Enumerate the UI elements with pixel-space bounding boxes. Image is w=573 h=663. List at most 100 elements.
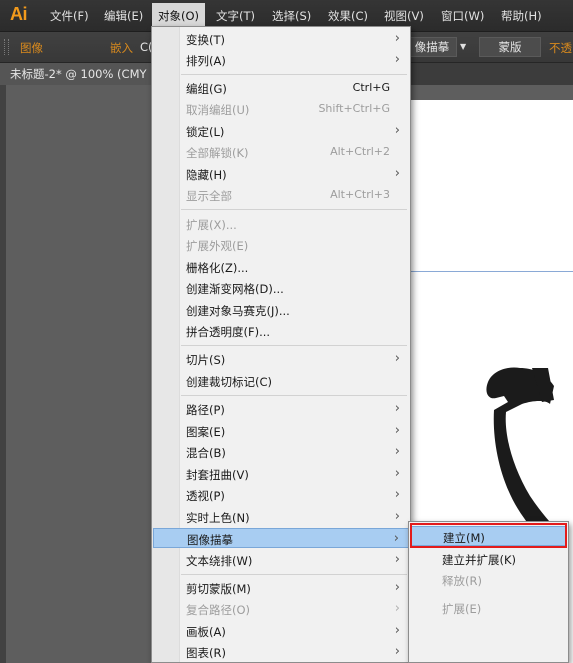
menu-effect[interactable]: 效果(C) xyxy=(328,8,368,24)
menu-item-label: 图表(R) xyxy=(186,646,226,660)
menu-item-clipping-mask[interactable]: 剪切蒙版(M) › xyxy=(153,578,409,598)
menu-separator xyxy=(181,574,407,575)
menu-item-pattern[interactable]: 图案(E) › xyxy=(153,421,409,441)
submenu-arrow-icon: › xyxy=(394,644,400,659)
document-tab[interactable]: 未标题-2* @ 100% (CMY xyxy=(0,63,158,85)
menu-edit[interactable]: 编辑(E) xyxy=(104,8,143,24)
document-tab-title: 未标题-2* @ 100% (CMY xyxy=(10,67,147,81)
object-menu-dropdown: 变换(T) › 排列(A) › 编组(G) Ctrl+G 取消编组(U) Shi… xyxy=(151,26,411,663)
panel-grip-icon[interactable] xyxy=(4,39,9,55)
menu-item-create-object-mosaic[interactable]: 创建对象马赛克(J)... xyxy=(153,300,409,320)
menu-type[interactable]: 文字(T) xyxy=(216,8,255,24)
opacity-label[interactable]: 不透 xyxy=(549,40,572,56)
menu-item-label: 栅格化(Z)... xyxy=(186,261,249,275)
menu-item-path[interactable]: 路径(P) › xyxy=(153,399,409,419)
trace-dropdown-arrow-icon[interactable]: ▼ xyxy=(460,42,466,51)
menu-item-label: 隐藏(H) xyxy=(186,168,227,182)
menu-item-expand-appearance[interactable]: 扩展外观(E) xyxy=(153,235,409,255)
menu-item-create-trim-marks[interactable]: 创建裁切标记(C) xyxy=(153,371,409,391)
image-label[interactable]: 图像 xyxy=(20,40,43,56)
menu-item-label: 变换(T) xyxy=(186,33,225,47)
menu-item-label: 透视(P) xyxy=(186,489,225,503)
menu-item-label: 全部解锁(K) xyxy=(186,146,249,160)
menu-item-label: 排列(A) xyxy=(186,54,226,68)
menu-item-image-trace[interactable]: 图像描摹 › xyxy=(153,528,409,548)
submenu-item-expand[interactable]: 扩展(E) xyxy=(411,598,566,618)
menu-item-label: 创建对象马赛克(J)... xyxy=(186,304,290,318)
menu-item-flatten-transparency[interactable]: 拼合透明度(F)... xyxy=(153,321,409,341)
submenu-arrow-icon: › xyxy=(394,623,400,638)
menu-item-compound-path[interactable]: 复合路径(O) › xyxy=(153,599,409,619)
submenu-arrow-icon: › xyxy=(394,31,400,46)
tools-panel-edge xyxy=(0,85,6,663)
menu-item-group[interactable]: 编组(G) Ctrl+G xyxy=(153,78,409,98)
menu-item-unlock-all[interactable]: 全部解锁(K) Alt+Ctrl+2 xyxy=(153,142,409,162)
menu-item-graph[interactable]: 图表(R) › xyxy=(153,642,409,662)
menu-item-label: 扩展外观(E) xyxy=(186,239,249,253)
menu-item-label: 复合路径(O) xyxy=(186,603,251,617)
menu-item-label: 图案(E) xyxy=(186,425,226,439)
menu-item-label: 实时上色(N) xyxy=(186,511,250,525)
submenu-item-label: 扩展(E) xyxy=(442,602,482,616)
menu-item-label: 扩展(X)... xyxy=(186,218,237,232)
menu-help[interactable]: 帮助(H) xyxy=(501,8,542,24)
menu-separator xyxy=(181,395,407,396)
menu-item-label: 图像描摹 xyxy=(187,533,233,547)
menu-item-hide[interactable]: 隐藏(H) › xyxy=(153,164,409,184)
menu-item-label: 混合(B) xyxy=(186,446,226,460)
submenu-arrow-icon: › xyxy=(394,166,400,181)
submenu-arrow-icon: › xyxy=(394,552,400,567)
menu-item-live-paint[interactable]: 实时上色(N) › xyxy=(153,507,409,527)
submenu-item-release[interactable]: 释放(R) xyxy=(411,570,566,590)
menu-item-label: 画板(A) xyxy=(186,625,226,639)
submenu-arrow-icon: › xyxy=(394,401,400,416)
submenu-item-label: 释放(R) xyxy=(442,574,482,588)
menu-item-label: 切片(S) xyxy=(186,353,226,367)
embed-label[interactable]: 嵌入 xyxy=(110,40,133,56)
image-trace-button[interactable]: 像描摹 xyxy=(408,37,457,57)
menu-item-label: 剪切蒙版(M) xyxy=(186,582,251,596)
menu-item-label: 拼合透明度(F)... xyxy=(186,325,271,339)
menu-item-expand[interactable]: 扩展(X)... xyxy=(153,214,409,234)
menu-item-arrange[interactable]: 排列(A) › xyxy=(153,50,409,70)
submenu-arrow-icon: › xyxy=(394,444,400,459)
menu-item-envelope-distort[interactable]: 封套扭曲(V) › xyxy=(153,464,409,484)
mask-button[interactable]: 蒙版 xyxy=(479,37,541,57)
submenu-item-make-and-expand[interactable]: 建立并扩展(K) xyxy=(411,549,566,569)
submenu-arrow-icon: › xyxy=(394,580,400,595)
menu-item-shortcut: Ctrl+G xyxy=(352,81,390,94)
highlight-annotation-box xyxy=(410,523,567,548)
menu-window[interactable]: 窗口(W) xyxy=(441,8,484,24)
menu-item-create-gradient-mesh[interactable]: 创建渐变网格(D)... xyxy=(153,278,409,298)
menu-item-lock[interactable]: 锁定(L) › xyxy=(153,121,409,141)
menu-item-rasterize[interactable]: 栅格化(Z)... xyxy=(153,257,409,277)
submenu-arrow-icon: › xyxy=(394,466,400,481)
menu-item-label: 显示全部 xyxy=(186,189,232,203)
submenu-item-label: 建立并扩展(K) xyxy=(442,553,517,567)
app-logo: Ai xyxy=(10,4,28,24)
menu-item-text-wrap[interactable]: 文本绕排(W) › xyxy=(153,550,409,570)
menu-item-slice[interactable]: 切片(S) › xyxy=(153,349,409,369)
menu-item-label: 创建裁切标记(C) xyxy=(186,375,273,389)
menu-view[interactable]: 视图(V) xyxy=(384,8,424,24)
menu-item-show-all[interactable]: 显示全部 Alt+Ctrl+3 xyxy=(153,185,409,205)
submenu-arrow-icon: › xyxy=(394,123,400,138)
menu-item-label: 编组(G) xyxy=(186,82,227,96)
menu-item-label: 路径(P) xyxy=(186,403,225,417)
menu-item-ungroup[interactable]: 取消编组(U) Shift+Ctrl+G xyxy=(153,99,409,119)
submenu-arrow-icon: › xyxy=(394,509,400,524)
menu-item-label: 文本绕排(W) xyxy=(186,554,253,568)
menu-separator xyxy=(181,74,407,75)
submenu-arrow-icon: › xyxy=(394,487,400,502)
menu-file[interactable]: 文件(F) xyxy=(50,8,89,24)
menu-item-label: 创建渐变网格(D)... xyxy=(186,282,284,296)
submenu-arrow-icon: › xyxy=(394,601,400,616)
menu-item-artboards[interactable]: 画板(A) › xyxy=(153,621,409,641)
menu-select[interactable]: 选择(S) xyxy=(272,8,311,24)
menu-item-shortcut: Alt+Ctrl+2 xyxy=(330,145,390,158)
menu-item-label: 封套扭曲(V) xyxy=(186,468,249,482)
menu-item-blend[interactable]: 混合(B) › xyxy=(153,442,409,462)
menu-item-transform[interactable]: 变换(T) › xyxy=(153,29,409,49)
menu-item-perspective[interactable]: 透视(P) › xyxy=(153,485,409,505)
menu-item-shortcut: Shift+Ctrl+G xyxy=(318,102,390,115)
